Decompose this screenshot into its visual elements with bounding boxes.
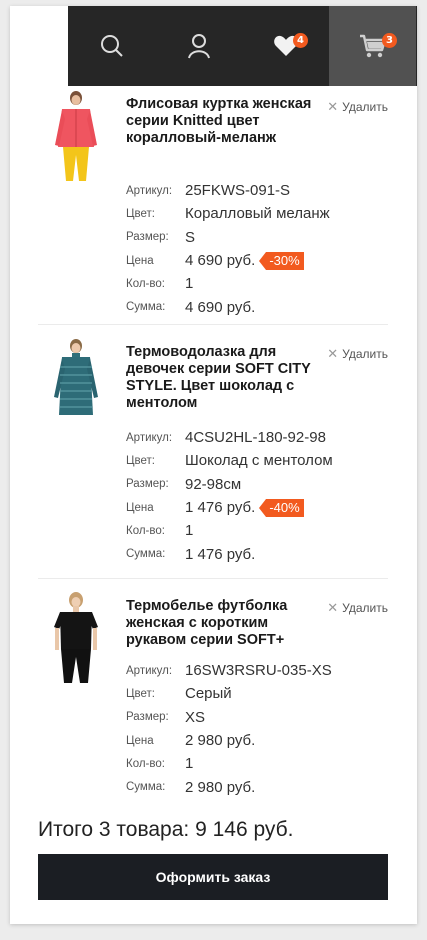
cart-item: Термоводолазка для девочек серии SOFT CI…	[38, 325, 388, 579]
cart-item: Термобелье футболка женская с коротким р…	[38, 579, 388, 809]
product-image-striped-turtleneck[interactable]	[38, 337, 114, 433]
user-icon	[187, 34, 210, 59]
size-label: Размер:	[126, 478, 169, 491]
product-title[interactable]: Термобелье футболка женская с коротким р…	[126, 598, 326, 649]
search-icon	[100, 35, 123, 57]
sku-row: Артикул: 4CSU2HL-180-92-98	[126, 426, 386, 449]
product-title[interactable]: Термоводолазка для девочек серии SOFT CI…	[126, 344, 326, 412]
discount-badge: -30%	[259, 251, 304, 270]
price-row: Цена 4 690 руб. -30%	[126, 249, 386, 272]
sum-value: 1 476 руб.	[185, 545, 256, 563]
remove-label: Удалить	[342, 347, 388, 361]
cart-count-badge: 3	[382, 33, 397, 48]
qty-value[interactable]: 1	[185, 275, 193, 292]
sum-row: Сумма: 2 980 руб.	[126, 775, 386, 798]
qty-row: Кол-во: 1	[126, 519, 386, 542]
price-label: Цена	[126, 254, 154, 267]
price-value: 2 980 руб.	[185, 732, 256, 750]
price-label: Цена	[126, 501, 154, 514]
qty-label: Кол-во:	[126, 524, 165, 537]
sku-row: Артикул: 16SW3RSRU-035-XS	[126, 659, 386, 682]
sum-value: 4 690 руб.	[185, 298, 256, 316]
close-icon: ✕	[327, 346, 339, 361]
close-icon: ✕	[327, 600, 339, 615]
remove-item-button[interactable]: ✕ Удалить	[327, 346, 388, 362]
remove-label: Удалить	[342, 601, 388, 615]
qty-label: Кол-во:	[126, 757, 165, 770]
checkout-button[interactable]: Оформить заказ	[38, 854, 388, 900]
close-icon: ✕	[327, 99, 339, 114]
color-label: Цвет:	[126, 687, 155, 700]
size-row: Размер: 92-98см	[126, 473, 386, 496]
price-label: Цена	[126, 734, 154, 747]
sku-value: 16SW3RSRU-035-XS	[185, 662, 332, 680]
sum-value: 2 980 руб.	[185, 778, 256, 796]
cart-button[interactable]: 3	[329, 6, 416, 86]
account-button[interactable]	[155, 6, 242, 86]
color-label: Цвет:	[126, 207, 155, 220]
sum-row: Сумма: 4 690 руб.	[126, 295, 386, 318]
product-properties: Артикул: 16SW3RSRU-035-XS Цвет: Серый Разм…	[126, 659, 386, 799]
wishlist-count-badge: 4	[293, 33, 308, 48]
size-value: 92-98см	[185, 475, 242, 493]
color-row: Цвет: Шоколад с ментолом	[126, 449, 386, 472]
price-row: Цена 1 476 руб. -40%	[126, 496, 386, 519]
sku-label: Артикул:	[126, 184, 173, 197]
product-image-black-tshirt[interactable]	[38, 591, 114, 687]
cart-item: Флисовая куртка женская серии Knitted цв…	[38, 86, 388, 325]
cart-items-list: Флисовая куртка женская серии Knitted цв…	[38, 86, 388, 809]
color-value: Серый	[185, 685, 232, 703]
size-value: XS	[185, 708, 206, 726]
search-button[interactable]	[68, 6, 155, 86]
product-properties: Артикул: 4CSU2HL-180-92-98 Цвет: Шоколад с…	[126, 426, 386, 566]
size-label: Размер:	[126, 231, 169, 244]
qty-value[interactable]: 1	[185, 755, 193, 772]
qty-value[interactable]: 1	[185, 522, 193, 539]
color-row: Цвет: Коралловый меланж	[126, 202, 386, 225]
discount-badge: -40%	[259, 498, 304, 517]
header-bar: 4 3	[68, 6, 417, 86]
sku-row: Артикул: 25FKWS-091-S	[126, 179, 386, 202]
cart-total: Итого 3 товара: 9 146 руб.	[38, 818, 294, 841]
size-value: S	[185, 228, 196, 246]
product-title[interactable]: Флисовая куртка женская серии Knitted цв…	[126, 96, 326, 147]
size-label: Размер:	[126, 711, 169, 724]
color-value: Коралловый меланж	[185, 205, 330, 223]
price-value: 4 690 руб.	[185, 252, 256, 270]
product-properties: Артикул: 25FKWS-091-S Цвет: Коралловый мел…	[126, 179, 386, 319]
wishlist-button[interactable]: 4	[242, 6, 329, 86]
sum-label: Сумма:	[126, 548, 166, 561]
color-row: Цвет: Серый	[126, 682, 386, 705]
size-row: Размер: S	[126, 226, 386, 249]
remove-label: Удалить	[342, 100, 388, 114]
color-value: Шоколад с ментолом	[185, 452, 333, 470]
sku-value: 25FKWS-091-S	[185, 182, 291, 200]
size-row: Размер: XS	[126, 706, 386, 729]
sum-label: Сумма:	[126, 301, 166, 314]
qty-label: Кол-во:	[126, 277, 165, 290]
price-row: Цена 2 980 руб.	[126, 729, 386, 752]
color-label: Цвет:	[126, 454, 155, 467]
sum-row: Сумма: 1 476 руб.	[126, 542, 386, 565]
price-value: 1 476 руб.	[185, 499, 256, 517]
qty-row: Кол-во: 1	[126, 272, 386, 295]
product-image-coral-jacket[interactable]	[38, 89, 114, 185]
sku-label: Артикул:	[126, 664, 173, 677]
qty-row: Кол-во: 1	[126, 752, 386, 775]
cart-panel: 4 3 Флисовая куртка женская серии Knitte…	[10, 6, 417, 924]
remove-item-button[interactable]: ✕ Удалить	[327, 99, 388, 115]
remove-item-button[interactable]: ✕ Удалить	[327, 600, 388, 616]
sum-label: Сумма:	[126, 781, 166, 794]
sku-value: 4CSU2HL-180-92-98	[185, 429, 326, 447]
sku-label: Артикул:	[126, 431, 173, 444]
